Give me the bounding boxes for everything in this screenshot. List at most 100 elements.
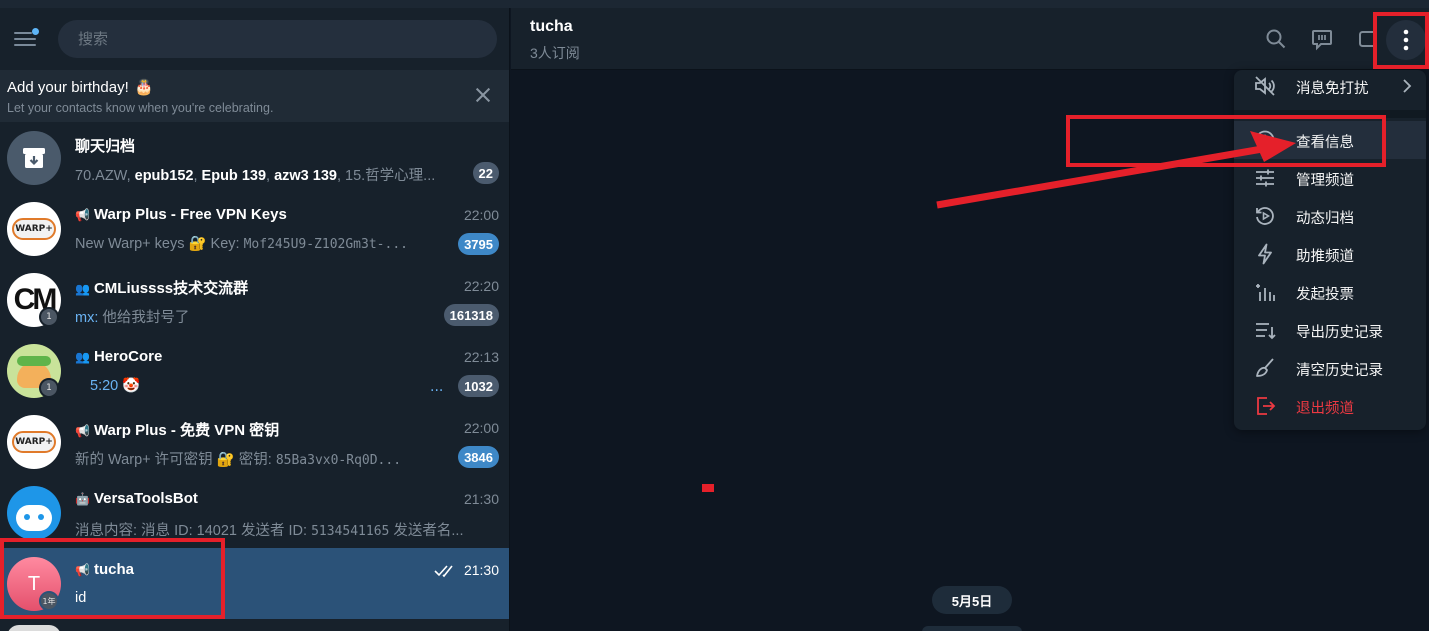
chat-name-text: Warp Plus - Free VPN Keys [93, 206, 287, 223]
warp-logo: WARP+ [12, 218, 56, 240]
chat-item-herocore[interactable]: 1 👥 HeroCore 22:13 5:20 🤡 ... 1032 [0, 335, 509, 406]
channel-subtitle: 3人订阅 [530, 45, 580, 61]
preview-sender: mx: [75, 310, 99, 326]
chat-item-versatoolsbot[interactable]: 🤖 VersaToolsBot 21:30 消息内容: 消息 ID: 14021 … [0, 477, 509, 548]
avatar-mini-badge: 1 [39, 307, 59, 327]
stories-archive-icon [1253, 204, 1277, 228]
preview-text: 70.AZW, [75, 168, 135, 184]
preview-text: , [193, 168, 202, 184]
birthday-banner-title: Add your birthday! 🎂 [7, 78, 153, 96]
menu-item-mute[interactable]: 消息免打扰 [1234, 67, 1426, 105]
boost-icon [1253, 242, 1277, 266]
chat-name-text: VersaToolsBot [93, 490, 198, 507]
info-icon [1253, 128, 1277, 152]
menu-item-label: 退出频道 [1296, 401, 1354, 417]
preview-text: 他给我封号了 [98, 310, 190, 326]
menu-item-label: 发起投票 [1296, 287, 1354, 303]
menu-item-export-history[interactable]: 导出历史记录 [1234, 311, 1426, 349]
menu-item-create-poll[interactable]: 发起投票 [1234, 273, 1426, 311]
mute-icon [1253, 74, 1277, 98]
channel-header[interactable]: tucha 3人订阅 [511, 8, 1429, 70]
export-icon [1253, 318, 1277, 342]
chat-item-warp-plus-free[interactable]: WARP+ 📢 Warp Plus - Free VPN Keys 22:00 N… [0, 193, 509, 264]
chat-preview: 消息内容: 消息 ID: 14021 发送者 ID: 5134541165 发送… [75, 519, 500, 540]
chat-preview: 5:20 🤡 [75, 377, 453, 394]
preview-key: Mof245U9-Z102Gm3t-... [243, 237, 408, 252]
more-vertical-icon [1403, 29, 1409, 51]
leave-icon [1253, 394, 1277, 418]
avatar-letter: T [27, 572, 41, 595]
birthday-banner-subtitle: Let your contacts know when you're celeb… [7, 101, 274, 115]
chat-name-text: Warp Plus - 免费 VPN 密钥 [93, 422, 280, 439]
chat-preview: New Warp+ keys 🔐 Key: Mof245U9-Z102Gm3t-… [75, 235, 453, 252]
chat-name-text: tucha [93, 561, 134, 578]
menu-item-view-info[interactable]: 查看信息 [1234, 121, 1426, 159]
chat-name: 🤖 VersaToolsBot [75, 490, 198, 507]
chat-name-text: HeroCore [93, 348, 163, 365]
chat-time: 22:00 [463, 420, 499, 436]
menu-item-label: 管理频道 [1296, 173, 1354, 189]
group-icon: 👥 [75, 350, 90, 364]
chat-item-cmliussss[interactable]: CM 1 👥 CMLiussss技术交流群 22:20 mx: 他给我封号了 16… [0, 264, 509, 335]
discussion-icon[interactable] [1310, 27, 1334, 51]
sidebar-header [0, 8, 509, 70]
menu-item-label: 消息免打扰 [1296, 81, 1369, 97]
sidebar-toggle-icon[interactable] [1356, 27, 1380, 51]
avatar-partial [7, 625, 61, 631]
menu-item-leave-channel[interactable]: 退出频道 [1234, 387, 1426, 425]
unread-badge: 3846 [458, 446, 499, 468]
preview-text: 发送者名... [389, 523, 464, 539]
preview-text: New Warp+ keys 🔐 Key: [75, 236, 244, 252]
menu-item-label: 查看信息 [1296, 135, 1354, 151]
avatar-mini-badge: 1 [39, 378, 59, 398]
archive-icon [7, 131, 61, 185]
close-icon[interactable] [472, 84, 494, 106]
chat-time: 21:30 [463, 491, 499, 507]
main-menu-button[interactable] [14, 28, 39, 48]
chat-item-warp-plus-cn[interactable]: WARP+ 📢 Warp Plus - 免费 VPN 密钥 22:00 新的 Wa… [0, 406, 509, 477]
chat-item-archive[interactable]: 聊天归档 70.AZW, epub152, Epub 139, azw3 139… [0, 122, 509, 193]
more-menu-button[interactable] [1386, 20, 1426, 60]
menu-item-boost-channel[interactable]: 助推频道 [1234, 235, 1426, 273]
bot-icon: 🤖 [75, 492, 90, 506]
preview-text: epub152 [134, 168, 194, 184]
unread-badge: 1032 [458, 375, 499, 397]
broom-icon [1253, 356, 1277, 380]
chat-preview: 新的 Warp+ 许可密钥 🔐 密钥: 85Ba3vx0-Rq0D... [75, 448, 453, 469]
poll-icon [1253, 280, 1277, 304]
chat-preview: id [75, 590, 87, 606]
preview-text: 5134541165 [311, 524, 390, 539]
preview-key: 85Ba3vx0-Rq0D... [275, 453, 402, 468]
preview-text: 新的 Warp+ 许可密钥 🔐 密钥: [75, 452, 276, 468]
chat-name: 📢 Warp Plus - 免费 VPN 密钥 [75, 419, 279, 440]
menu-item-label: 助推频道 [1296, 249, 1354, 265]
unread-badge: 161318 [443, 304, 499, 326]
chat-name-text: CMLiussss技术交流群 [93, 280, 249, 297]
annotation-mark [702, 484, 714, 492]
channel-icon: 📢 [75, 563, 90, 577]
search-icon[interactable] [1264, 27, 1288, 51]
menu-icon-line [14, 38, 36, 40]
chat-time: 21:30 [463, 562, 499, 578]
menu-item-clear-history[interactable]: 清空历史记录 [1234, 349, 1426, 387]
settings-sliders-icon [1253, 166, 1277, 190]
channel-context-menu: 消息免打扰 查看信息 管理频道 动态归档 助推频道 发起投票 导出历史记录 清空… [1234, 70, 1426, 430]
chat-name: 聊天归档 [75, 138, 136, 155]
chat-time: 22:20 [463, 278, 499, 294]
preview-text: , [266, 168, 275, 184]
warp-logo: WARP+ [12, 431, 56, 453]
chat-list-sidebar: Add your birthday! 🎂 Let your contacts kn… [0, 8, 510, 631]
double-check-icon [434, 563, 456, 579]
birthday-banner[interactable]: Add your birthday! 🎂 Let your contacts kn… [0, 70, 509, 122]
menu-item-stories-archive[interactable]: 动态归档 [1234, 197, 1426, 235]
chat-preview: 70.AZW, epub152, Epub 139, azw3 139, 15.… [75, 164, 453, 185]
preview-ellipsis: ... [430, 379, 444, 395]
menu-item-manage-channel[interactable]: 管理频道 [1234, 159, 1426, 197]
notification-dot [32, 28, 39, 35]
chat-preview: mx: 他给我封号了 [75, 306, 453, 327]
search-input[interactable] [58, 20, 497, 58]
chat-name: 📢 Warp Plus - Free VPN Keys [75, 206, 287, 223]
menu-item-label: 动态归档 [1296, 211, 1354, 227]
chevron-right-icon [1402, 78, 1412, 93]
chat-item-tucha[interactable]: T 1年 📢 tucha 21:30 id [0, 548, 509, 619]
